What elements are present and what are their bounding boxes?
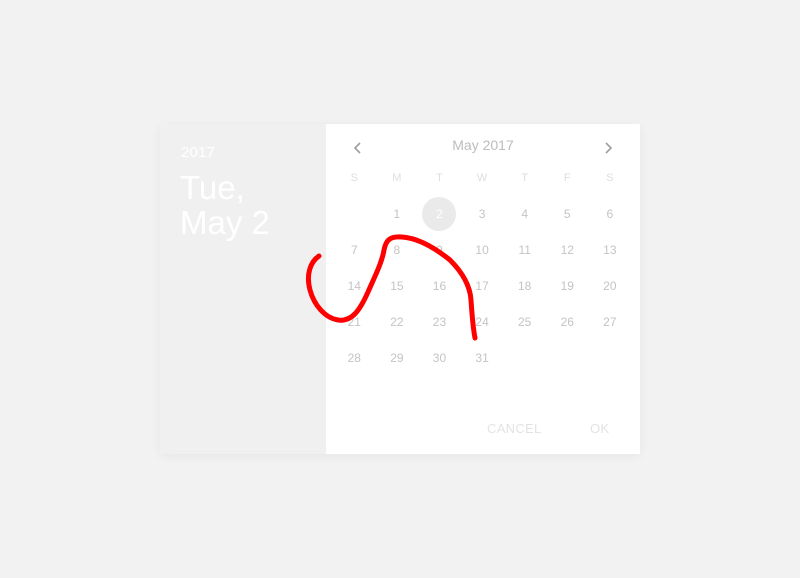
month-title: May 2017 (452, 137, 514, 153)
empty-day-cell (589, 340, 632, 376)
day-cell[interactable]: 29 (376, 340, 419, 376)
day-cell[interactable]: 9 (418, 232, 461, 268)
header-date-day: May 2 (180, 204, 270, 241)
day-cell[interactable]: 30 (418, 340, 461, 376)
day-cell[interactable]: 1 (376, 196, 419, 232)
day-number: 17 (475, 279, 489, 293)
weekday-label: W (476, 172, 488, 184)
calendar-panel: May 2017 S M T W T F S 1 2 3 4 5 6 7 8 9 10 11 12 13… (326, 124, 640, 454)
header-date-weekday: Tue, (180, 169, 245, 206)
day-number: 9 (436, 243, 443, 257)
empty-day-cell (546, 340, 589, 376)
day-number: 22 (390, 315, 404, 329)
weekday-header-row: S M T W T F S (333, 172, 633, 186)
cancel-button[interactable]: CANCEL (487, 421, 542, 436)
day-cell[interactable]: 17 (461, 268, 504, 304)
day-number: 11 (518, 243, 531, 257)
weekday-label: S (350, 172, 358, 184)
day-cell[interactable]: 18 (503, 268, 546, 304)
day-cell[interactable]: 14 (333, 268, 376, 304)
day-number: 4 (521, 207, 529, 221)
day-number: 5 (563, 207, 571, 221)
weekday-label: T (436, 172, 443, 184)
day-number: 8 (393, 243, 401, 257)
weekday-label: S (606, 172, 614, 184)
day-cell[interactable]: 28 (333, 340, 376, 376)
day-number: 28 (347, 351, 361, 365)
day-cell[interactable]: 24 (461, 304, 504, 340)
header-year[interactable]: 2017 (181, 144, 215, 161)
day-cell[interactable]: 3 (461, 196, 504, 232)
header-selected-date[interactable]: Tue, May 2 (180, 170, 320, 240)
day-cell[interactable]: 20 (589, 268, 632, 304)
day-number: 29 (390, 351, 404, 365)
week-row: 1 2 3 4 5 6 (333, 196, 633, 232)
week-row: 14 15 16 17 18 19 20 (333, 268, 633, 304)
week-row: 21 22 23 24 25 26 27 (333, 304, 633, 340)
day-number: 27 (603, 315, 617, 329)
day-number: 31 (475, 351, 489, 365)
empty-day-cell (503, 340, 546, 376)
weekday-label: T (521, 172, 529, 184)
day-number: 2 (436, 207, 443, 221)
day-cell[interactable]: 13 (589, 232, 632, 268)
day-cell[interactable]: 31 (461, 340, 504, 376)
day-number: 12 (560, 243, 574, 257)
day-number: 7 (350, 243, 358, 257)
day-cell[interactable]: 26 (546, 304, 589, 340)
day-number: 20 (603, 279, 617, 293)
weekday-label: F (563, 172, 571, 184)
selected-day[interactable]: 2 (418, 196, 461, 232)
day-number: 18 (517, 279, 532, 293)
day-number: 13 (603, 243, 617, 257)
day-cell[interactable]: 11 (503, 232, 546, 268)
day-cell[interactable]: 23 (418, 304, 461, 340)
day-cell[interactable]: 6 (589, 196, 632, 232)
day-number: 21 (347, 315, 361, 329)
ok-button[interactable]: OK (590, 421, 609, 436)
day-cell[interactable]: 8 (376, 232, 419, 268)
day-cell[interactable]: 15 (376, 268, 419, 304)
day-number: 10 (475, 243, 489, 257)
day-cell[interactable]: 12 (546, 232, 589, 268)
day-number: 6 (606, 207, 614, 221)
day-cell[interactable]: 4 (503, 196, 546, 232)
day-cell[interactable]: 5 (546, 196, 589, 232)
week-row: 28 29 30 31 (333, 340, 633, 376)
day-number: 26 (560, 315, 574, 329)
chevron-right-icon (605, 142, 613, 154)
day-number: 19 (560, 279, 574, 293)
day-cell[interactable]: 7 (333, 232, 376, 268)
next-month-button[interactable] (596, 136, 620, 160)
day-number: 23 (432, 315, 447, 329)
day-number: 24 (475, 315, 489, 329)
day-cell[interactable]: 16 (418, 268, 461, 304)
day-cell[interactable]: 10 (461, 232, 504, 268)
day-cell[interactable]: 27 (589, 304, 632, 340)
day-cell[interactable]: 21 (333, 304, 376, 340)
day-number: 1 (393, 207, 401, 221)
date-header-panel: 2017 Tue, May 2 (160, 124, 326, 454)
day-number: 3 (478, 207, 486, 221)
day-number: 25 (517, 315, 532, 329)
dialog-actions: CANCEL OK (326, 421, 640, 439)
day-number: 15 (390, 279, 404, 293)
weekday-label: M (392, 172, 402, 184)
day-number: 16 (432, 279, 447, 293)
day-cell[interactable]: 22 (376, 304, 419, 340)
day-cell[interactable]: 19 (546, 268, 589, 304)
week-row: 7 8 9 10 11 12 13 (333, 232, 633, 268)
day-number: 14 (347, 279, 361, 293)
day-cell[interactable]: 25 (503, 304, 546, 340)
date-picker-dialog: 2017 Tue, May 2 May 2017 S M T W T F S 1… (160, 124, 640, 454)
day-number: 30 (432, 351, 447, 365)
empty-day-cell (333, 196, 376, 232)
